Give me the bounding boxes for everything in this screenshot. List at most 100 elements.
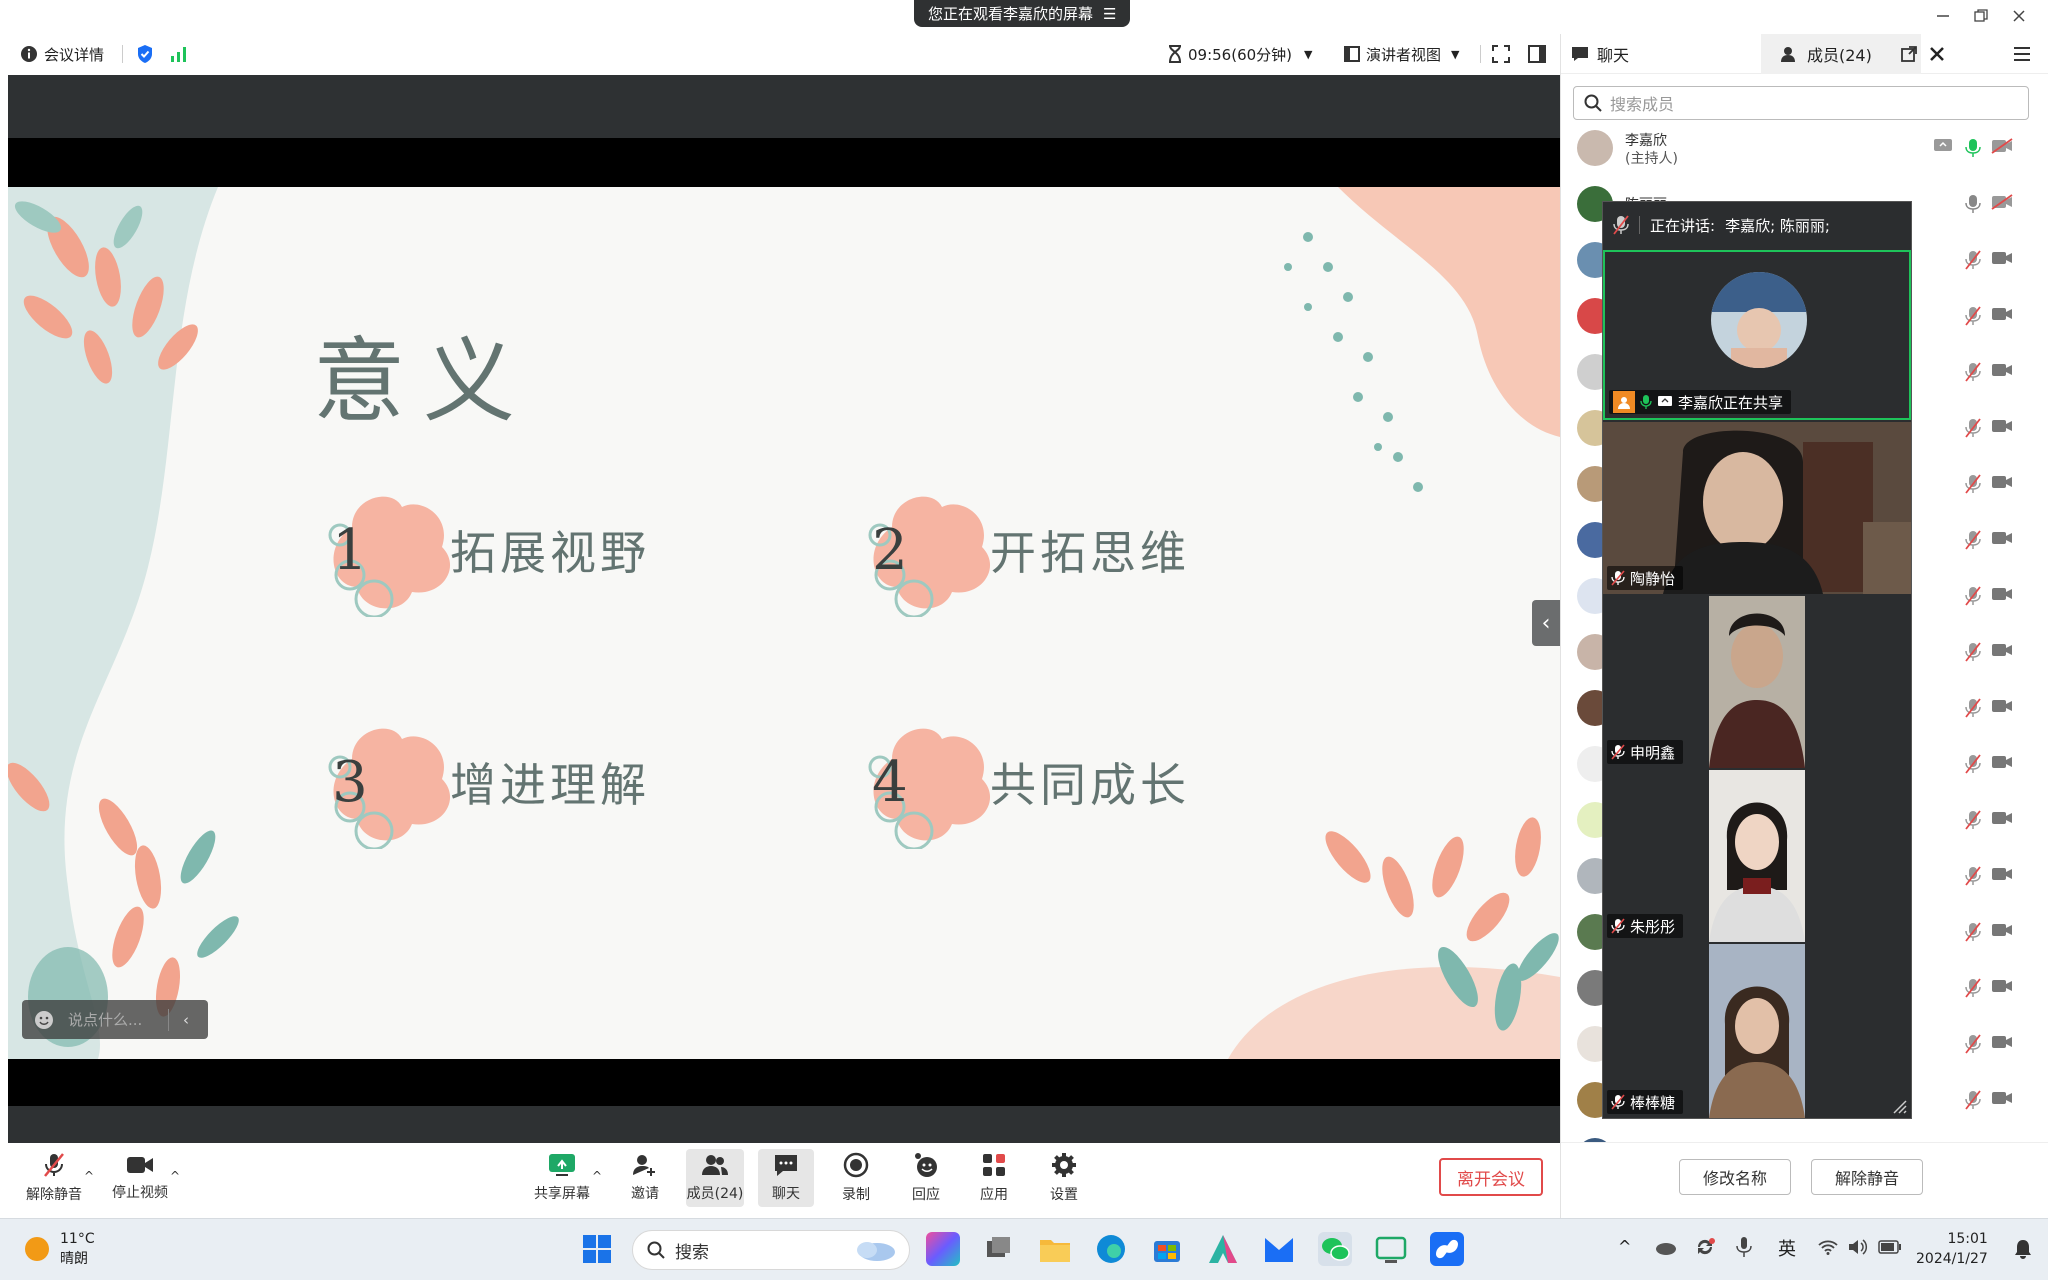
members-button[interactable]: 成员(24)	[686, 1149, 744, 1207]
video-tile[interactable]: 申明鑫	[1603, 596, 1911, 768]
screen-share-banner[interactable]: 您正在观看李嘉欣的屏幕 ☰	[914, 0, 1131, 27]
leave-meeting-button[interactable]: 离开会议	[1439, 1158, 1543, 1196]
camera-icon[interactable]	[1991, 866, 2013, 882]
close-icon[interactable]	[2002, 4, 2036, 28]
camera-icon[interactable]	[1991, 362, 2013, 378]
reactions-button[interactable]: 回应	[902, 1149, 950, 1207]
mic-icon[interactable]	[1965, 194, 1981, 214]
camera-icon[interactable]	[1991, 586, 2013, 602]
meeting-details-button[interactable]: 会议详情	[20, 34, 104, 74]
volume-icon[interactable]	[1848, 1238, 1868, 1256]
camera-icon[interactable]	[1991, 474, 2013, 490]
mic-muted-icon[interactable]	[1965, 866, 1981, 886]
notification-bell-icon[interactable]	[2014, 1239, 2032, 1259]
camera-icon[interactable]	[1991, 1034, 2013, 1050]
resize-handle-icon[interactable]	[1891, 1098, 1907, 1114]
mic-muted-icon[interactable]	[1965, 642, 1981, 662]
camera-icon[interactable]	[1991, 418, 2013, 434]
edge-browser-icon[interactable]	[1094, 1232, 1128, 1266]
camera-icon[interactable]	[1991, 530, 2013, 546]
microphone-icon[interactable]	[1736, 1236, 1752, 1258]
minimize-icon[interactable]	[1926, 4, 1960, 28]
comment-input[interactable]: 说点什么... ‹	[22, 1000, 208, 1039]
video-tile[interactable]: 陶静怡	[1603, 422, 1911, 594]
close-panel-icon[interactable]	[1929, 34, 1945, 74]
tencent-meeting-icon[interactable]	[1430, 1232, 1464, 1266]
system-clock[interactable]: 15:01 2024/1/27	[1916, 1229, 1988, 1269]
store-icon[interactable]	[1150, 1232, 1184, 1266]
member-row-host[interactable]: 李嘉欣 (主持人)	[1561, 120, 2048, 176]
mic-muted-icon[interactable]	[1965, 698, 1981, 718]
camera-icon[interactable]	[1991, 306, 2013, 322]
chevron-up-icon[interactable]: ^	[592, 1169, 602, 1183]
settings-button[interactable]: 设置	[1040, 1149, 1088, 1207]
more-menu-icon[interactable]	[2013, 34, 2031, 74]
view-mode-dropdown[interactable]: 演讲者视图 ▼	[1344, 34, 1459, 74]
mic-muted-icon[interactable]	[1965, 754, 1981, 774]
video-tile[interactable]: 朱彤彤	[1603, 770, 1911, 942]
tab-chat[interactable]: 聊天	[1571, 34, 1629, 74]
restore-icon[interactable]	[1964, 4, 1998, 28]
rename-button[interactable]: 修改名称	[1679, 1159, 1791, 1195]
mic-muted-icon[interactable]	[1965, 306, 1981, 326]
video-tile[interactable]: 棒棒糖	[1603, 944, 1911, 1118]
camera-icon[interactable]	[1991, 642, 2013, 658]
fullscreen-icon[interactable]	[1492, 34, 1510, 74]
mic-muted-icon[interactable]	[1965, 1034, 1981, 1054]
stop-video-button[interactable]: 停止视频	[108, 1149, 172, 1207]
mic-muted-icon[interactable]	[1965, 362, 1981, 382]
tab-members[interactable]: 成员(24)	[1761, 34, 1921, 74]
chat-button[interactable]: 聊天	[758, 1149, 814, 1207]
camera-icon[interactable]	[1991, 754, 2013, 770]
meeting-app-icon[interactable]	[1374, 1232, 1408, 1266]
popout-icon[interactable]	[1901, 34, 1917, 74]
mic-muted-icon[interactable]	[1965, 250, 1981, 270]
mic-active-icon[interactable]	[1965, 138, 1981, 158]
camera-icon[interactable]	[1991, 250, 2013, 266]
app-a-icon[interactable]	[1206, 1232, 1240, 1266]
task-view-icon[interactable]	[982, 1232, 1016, 1266]
emoji-icon[interactable]	[34, 1010, 54, 1030]
mic-muted-icon[interactable]	[1965, 978, 1981, 998]
collapse-panel-button[interactable]: ‹	[1532, 600, 1560, 646]
input-method-indicator[interactable]: 英	[1778, 1235, 1796, 1261]
battery-icon[interactable]	[1878, 1240, 1902, 1254]
camera-icon[interactable]	[1991, 698, 2013, 714]
video-gallery[interactable]: 正在讲话: 李嘉欣; 陈丽丽; 李嘉欣正在共享 陶静怡 申明鑫 朱彤彤 棒棒糖	[1602, 201, 1912, 1119]
unmute-button[interactable]: 解除静音	[22, 1149, 86, 1207]
taskbar-search[interactable]: 搜索	[632, 1230, 910, 1270]
menu-icon[interactable]: ☰	[1103, 5, 1116, 23]
mic-muted-icon[interactable]	[1965, 922, 1981, 942]
signal-strength-icon[interactable]	[170, 34, 188, 74]
mic-muted-icon[interactable]	[1965, 586, 1981, 606]
chevron-up-icon[interactable]: ^	[170, 1169, 180, 1183]
chevron-left-icon[interactable]: ‹	[183, 1011, 189, 1029]
wechat-icon[interactable]	[1318, 1232, 1352, 1266]
mail-app-icon[interactable]	[1262, 1232, 1296, 1266]
mic-muted-icon[interactable]	[1965, 530, 1981, 550]
mic-muted-icon[interactable]	[1965, 810, 1981, 830]
camera-off-icon[interactable]	[1991, 138, 2013, 154]
onedrive-cloud-icon[interactable]	[1654, 1239, 1676, 1255]
meeting-timer[interactable]: 09:56(60分钟) ▼	[1168, 34, 1313, 74]
invite-button[interactable]: 邀请	[622, 1149, 668, 1207]
weather-widget[interactable]: 11°C 晴朗	[24, 1229, 95, 1269]
unmute-all-button[interactable]: 解除静音	[1811, 1159, 1923, 1195]
wifi-icon[interactable]	[1818, 1239, 1838, 1255]
share-screen-button[interactable]: 共享屏幕	[530, 1149, 594, 1207]
security-shield-icon[interactable]	[136, 34, 154, 74]
camera-icon[interactable]	[1991, 978, 2013, 994]
camera-icon[interactable]	[1991, 1090, 2013, 1106]
camera-icon[interactable]	[1991, 922, 2013, 938]
mic-muted-icon[interactable]	[1965, 474, 1981, 494]
mic-muted-icon[interactable]	[1965, 1090, 1981, 1110]
start-icon[interactable]	[580, 1232, 614, 1266]
file-explorer-icon[interactable]	[1038, 1232, 1072, 1266]
camera-icon[interactable]	[1991, 810, 2013, 826]
apps-button[interactable]: 应用	[970, 1149, 1018, 1207]
sidebar-toggle-icon[interactable]	[1528, 34, 1546, 74]
record-button[interactable]: 录制	[832, 1149, 880, 1207]
camera-off-icon[interactable]	[1991, 194, 2013, 210]
sync-icon[interactable]	[1694, 1236, 1716, 1258]
mic-muted-icon[interactable]	[1613, 215, 1629, 235]
